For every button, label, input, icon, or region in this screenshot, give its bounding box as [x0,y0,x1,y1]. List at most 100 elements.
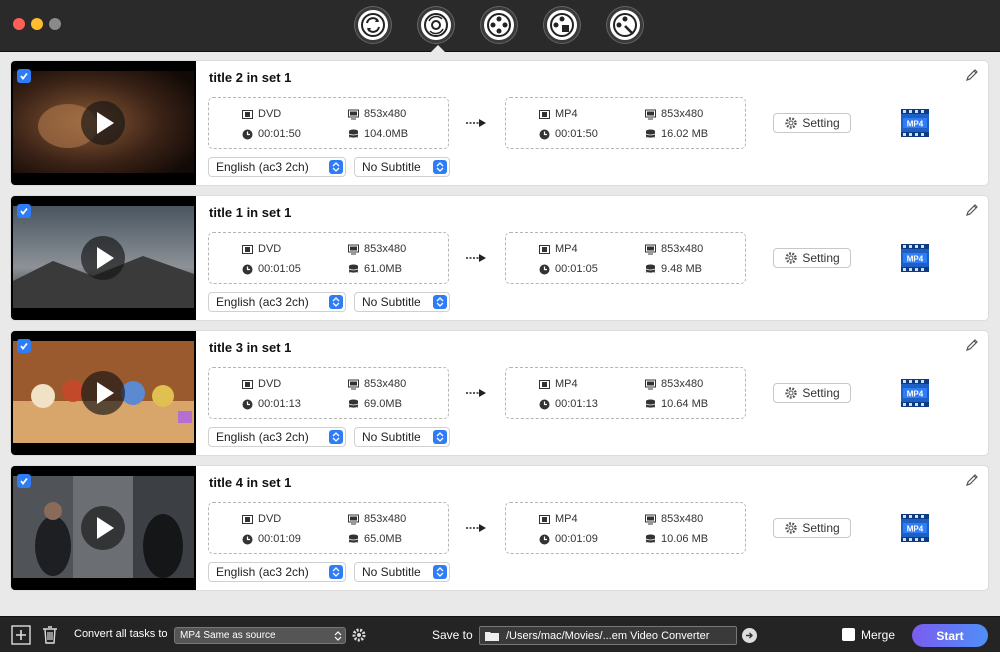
maximize-window-button[interactable] [49,18,61,30]
setting-label: Setting [802,251,840,265]
audio-track-select[interactable]: English (ac3 2ch) [208,427,346,447]
minimize-window-button[interactable] [31,18,43,30]
setting-button[interactable]: Setting [773,248,851,268]
start-button-label: Start [936,628,964,643]
film-reel-icon [487,13,511,37]
edit-pencil-icon[interactable] [964,472,980,488]
merge-checkbox[interactable] [842,628,855,641]
task-checkbox[interactable] [17,204,31,218]
mp4-format-icon[interactable]: MP4 [899,512,931,544]
file-size-value: 16.02 MB [661,128,709,140]
close-window-button[interactable] [13,18,25,30]
file-size-icon [348,129,359,138]
duration-value: 00:01:50 [258,128,301,140]
setting-button[interactable]: Setting [773,518,851,538]
mp4-format-icon[interactable]: MP4 [899,377,931,409]
file-size-icon [348,399,359,408]
output-format-select[interactable]: MP4 Same as source [174,627,346,644]
file-size-icon [348,264,359,273]
film-icon [539,109,550,119]
audio-track-select[interactable]: English (ac3 2ch) [208,157,346,177]
format-value: DVD [258,378,282,390]
monitor-icon [645,109,656,119]
gear-icon [785,252,798,264]
subtitle-select[interactable]: No Subtitle [354,562,450,582]
subtitle-select[interactable]: No Subtitle [354,157,450,177]
edit-pencil-icon[interactable] [964,202,980,218]
task-row: title 4 in set 1 DVD 853x480 00:01:09 65… [11,466,988,590]
play-button[interactable] [81,506,125,550]
mp4-format-icon[interactable]: MP4 [899,242,931,274]
film-tools-tool-button[interactable] [607,7,643,43]
file-size-value: 61.0MB [364,263,402,275]
monitor-icon [348,109,359,119]
arrow-right-icon [746,632,753,639]
delete-icon[interactable] [40,625,60,645]
thumbnail[interactable] [11,331,196,455]
subtitle-select[interactable]: No Subtitle [354,427,450,447]
task-title: title 4 in set 1 [209,475,292,490]
task-checkbox[interactable] [17,339,31,353]
task-checkbox[interactable] [17,474,31,488]
task-checkbox[interactable] [17,69,31,83]
subtitle-select[interactable]: No Subtitle [354,292,450,312]
convert-tool-button[interactable] [355,7,391,43]
convert-arrow-icon [466,254,486,262]
save-path-field[interactable]: /Users/mac/Movies/...em Video Converter [479,626,737,645]
format-value: DVD [258,513,282,525]
setting-button[interactable]: Setting [773,113,851,133]
task-row: title 3 in set 1 DVD 853x480 00:01:13 69… [11,331,988,455]
dvd-convert-tool-button[interactable] [418,7,454,43]
open-folder-button[interactable] [742,628,757,643]
format-value: DVD [258,243,282,255]
source-info-box: DVD 853x480 00:01:13 69.0MB [208,367,449,419]
audio-track-select[interactable]: English (ac3 2ch) [208,562,346,582]
thumbnail[interactable] [11,466,196,590]
clock-icon [539,399,550,409]
title-bar [0,0,1000,52]
play-button[interactable] [81,236,125,280]
checkmark-icon [20,342,28,350]
film-icon [539,244,550,254]
duration-value: 00:01:05 [258,263,301,275]
setting-label: Setting [802,386,840,400]
clock-icon [539,129,550,139]
mp4-format-icon[interactable]: MP4 [899,107,931,139]
add-file-icon[interactable] [11,625,31,645]
format-value: MP4 [555,378,578,390]
output-info-box: MP4 853x480 00:01:13 10.64 MB [505,367,746,419]
gear-icon[interactable] [351,627,367,643]
film-reel-tool-button[interactable] [481,7,517,43]
file-size-value: 10.64 MB [661,398,709,410]
audio-track-value: English (ac3 2ch) [216,430,309,444]
play-icon [97,517,114,539]
select-arrows-icon [433,160,447,174]
edit-pencil-icon[interactable] [964,67,980,83]
file-size-icon [645,129,656,138]
start-button[interactable]: Start [912,624,988,647]
task-title: title 2 in set 1 [209,70,292,85]
source-info-box: DVD 853x480 00:01:05 61.0MB [208,232,449,284]
audio-track-select[interactable]: English (ac3 2ch) [208,292,346,312]
subtitle-value: No Subtitle [362,430,421,444]
play-button[interactable] [81,101,125,145]
file-size-icon [645,534,656,543]
film-tools-icon [613,13,637,37]
audio-track-value: English (ac3 2ch) [216,565,309,579]
play-button[interactable] [81,371,125,415]
setting-button[interactable]: Setting [773,383,851,403]
gear-icon [785,522,798,534]
resolution-value: 853x480 [661,108,704,120]
film-edit-tool-button[interactable] [544,7,580,43]
film-icon [242,244,253,254]
resolution-value: 853x480 [364,108,407,120]
film-icon [242,109,253,119]
dvd-convert-icon [424,13,448,37]
audio-track-value: English (ac3 2ch) [216,160,309,174]
checkmark-icon [20,477,28,485]
thumbnail[interactable] [11,61,196,185]
select-arrows-icon [433,430,447,444]
clock-icon [539,264,550,274]
edit-pencil-icon[interactable] [964,337,980,353]
thumbnail[interactable] [11,196,196,320]
